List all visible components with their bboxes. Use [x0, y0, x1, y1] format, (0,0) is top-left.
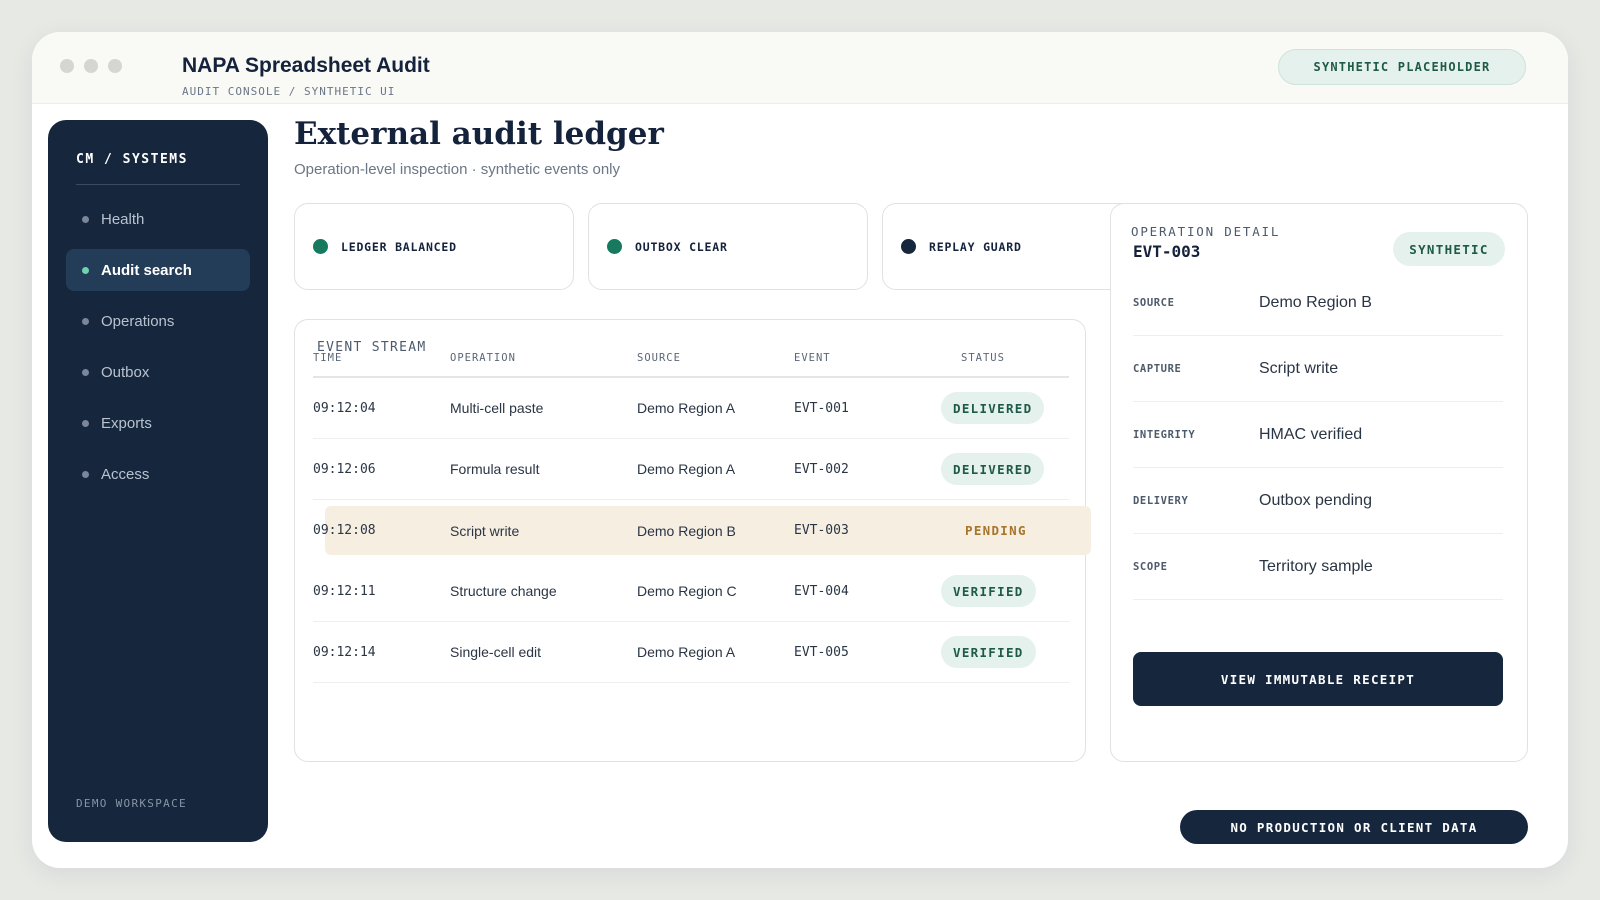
detail-value: Script write — [1259, 359, 1339, 377]
status-dot-icon — [901, 239, 916, 254]
status-dot-icon — [607, 239, 622, 254]
status-badge: PENDING — [965, 522, 1027, 538]
detail-row-capture: CAPTURE Script write — [1133, 336, 1503, 402]
detail-key: CAPTURE — [1133, 362, 1182, 375]
detail-row-scope: SCOPE Territory sample — [1133, 534, 1503, 600]
cell-operation: Script write — [450, 522, 520, 539]
cell-source: Demo Region C — [637, 583, 737, 599]
bullet-icon — [82, 470, 89, 478]
status-card-label: REPLAY GUARD — [929, 239, 1022, 254]
cell-event: EVT-004 — [794, 583, 849, 599]
detail-key: INTEGRITY — [1133, 428, 1196, 441]
bullet-icon — [82, 368, 89, 376]
status-badge: DELIVERED — [941, 453, 1045, 485]
cell-event: EVT-001 — [794, 400, 849, 416]
detail-key: SCOPE — [1133, 560, 1168, 573]
window-maximize-dot[interactable] — [108, 59, 122, 73]
workspace-label: DEMO WORKSPACE — [76, 797, 187, 810]
table-row[interactable]: 09:12:04 Multi-cell paste Demo Region A … — [313, 378, 1069, 439]
window-minimize-dot[interactable] — [84, 59, 98, 73]
sidebar-item-label: Exports — [101, 414, 152, 432]
bullet-icon — [82, 215, 89, 223]
detail-row-integrity: INTEGRITY HMAC verified — [1133, 402, 1503, 468]
detail-event-id: EVT-003 — [1133, 242, 1201, 261]
status-badge: VERIFIED — [941, 636, 1036, 668]
cell-event: EVT-005 — [794, 644, 849, 660]
column-header-time[interactable]: TIME — [313, 352, 342, 364]
sidebar-item-label: Operations — [101, 312, 175, 330]
status-card-label: OUTBOX CLEAR — [635, 239, 728, 254]
sidebar-item-label: Audit search — [101, 261, 192, 279]
sidebar-heading: CM / SYSTEMS — [76, 152, 188, 167]
cell-source: Demo Region A — [637, 644, 736, 660]
window-close-dot[interactable] — [60, 59, 74, 73]
detail-value: Demo Region B — [1259, 293, 1372, 311]
sidebar-item-operations[interactable]: Operations — [66, 300, 250, 342]
detail-value: Outbox pending — [1259, 491, 1372, 509]
sidebar-item-health[interactable]: Health — [66, 198, 250, 240]
sidebar-item-audit-search[interactable]: Audit search — [66, 249, 250, 291]
bullet-icon — [82, 317, 89, 325]
breadcrumb: AUDIT CONSOLE / SYNTHETIC UI — [182, 85, 396, 98]
bullet-icon — [82, 419, 89, 427]
bullet-icon — [82, 266, 89, 274]
status-badge: DELIVERED — [941, 392, 1045, 424]
status-dot-icon — [313, 239, 328, 254]
page-subtitle: Operation-level inspection · synthetic e… — [294, 161, 621, 178]
cell-time: 09:12:04 — [313, 400, 376, 416]
column-header-source[interactable]: SOURCE — [637, 352, 681, 364]
status-card-label: LEDGER BALANCED — [341, 239, 457, 254]
detail-value: HMAC verified — [1259, 425, 1363, 443]
detail-row-delivery: DELIVERY Outbox pending — [1133, 468, 1503, 534]
column-header-event[interactable]: EVENT — [794, 352, 831, 364]
table-row-selected[interactable]: 09:12:08 Script write Demo Region B EVT-… — [313, 500, 1091, 561]
cell-operation: Structure change — [450, 583, 557, 599]
detail-label: OPERATION DETAIL — [1131, 224, 1281, 239]
detail-key: DELIVERY — [1133, 494, 1189, 507]
cell-event: EVT-003 — [794, 523, 849, 538]
sidebar-item-label: Health — [101, 210, 145, 228]
sidebar-divider — [76, 184, 240, 185]
column-header-status[interactable]: STATUS — [961, 352, 1005, 364]
sidebar-item-label: Outbox — [101, 363, 150, 381]
table-row[interactable]: 09:12:14 Single-cell edit Demo Region A … — [313, 622, 1069, 683]
title-bar: NAPA Spreadsheet Audit AUDIT CONSOLE / S… — [32, 32, 1568, 104]
detail-row-source: SOURCE Demo Region B — [1133, 270, 1503, 336]
column-header-operation[interactable]: OPERATION — [450, 352, 516, 364]
synthetic-placeholder-badge: SYNTHETIC PLACEHOLDER — [1278, 49, 1526, 85]
cell-source: Demo Region B — [637, 522, 736, 539]
page-title: External audit ledger — [294, 116, 664, 152]
table-row[interactable]: 09:12:06 Formula result Demo Region A EV… — [313, 439, 1069, 500]
event-stream-panel: EVENT STREAM TIME OPERATION SOURCE EVENT… — [294, 319, 1091, 762]
cell-source: Demo Region A — [637, 400, 736, 416]
cell-operation: Formula result — [450, 461, 540, 477]
synthetic-badge: SYNTHETIC — [1393, 232, 1505, 266]
cell-time: 09:12:14 — [313, 644, 376, 660]
operation-detail-panel: OPERATION DETAIL EVT-003 SYNTHETIC SOURC… — [1110, 203, 1528, 762]
cell-operation: Single-cell edit — [450, 644, 542, 660]
status-card-ledger: LEDGER BALANCED — [294, 203, 574, 290]
view-receipt-button[interactable]: VIEW IMMUTABLE RECEIPT — [1133, 652, 1503, 706]
cell-event: EVT-002 — [794, 461, 849, 477]
sidebar-item-access[interactable]: Access — [66, 453, 250, 495]
cell-time: 09:12:08 — [313, 523, 376, 538]
cell-operation: Multi-cell paste — [450, 400, 544, 416]
cell-time: 09:12:11 — [313, 583, 376, 599]
sidebar-item-exports[interactable]: Exports — [66, 402, 250, 444]
status-badge: VERIFIED — [941, 575, 1036, 607]
sidebar-item-outbox[interactable]: Outbox — [66, 351, 250, 393]
data-disclaimer-badge: NO PRODUCTION OR CLIENT DATA — [1180, 810, 1528, 844]
detail-value: Territory sample — [1259, 557, 1373, 575]
detail-key: SOURCE — [1133, 296, 1175, 309]
sidebar: CM / SYSTEMS Health Audit search Operati… — [48, 120, 268, 842]
app-title: NAPA Spreadsheet Audit — [182, 54, 430, 77]
app-window: NAPA Spreadsheet Audit AUDIT CONSOLE / S… — [32, 32, 1568, 868]
table-row[interactable]: 09:12:11 Structure change Demo Region C … — [313, 561, 1069, 622]
cell-time: 09:12:06 — [313, 461, 376, 477]
cell-source: Demo Region A — [637, 461, 736, 477]
sidebar-item-label: Access — [101, 465, 150, 483]
status-card-outbox: OUTBOX CLEAR — [588, 203, 868, 290]
